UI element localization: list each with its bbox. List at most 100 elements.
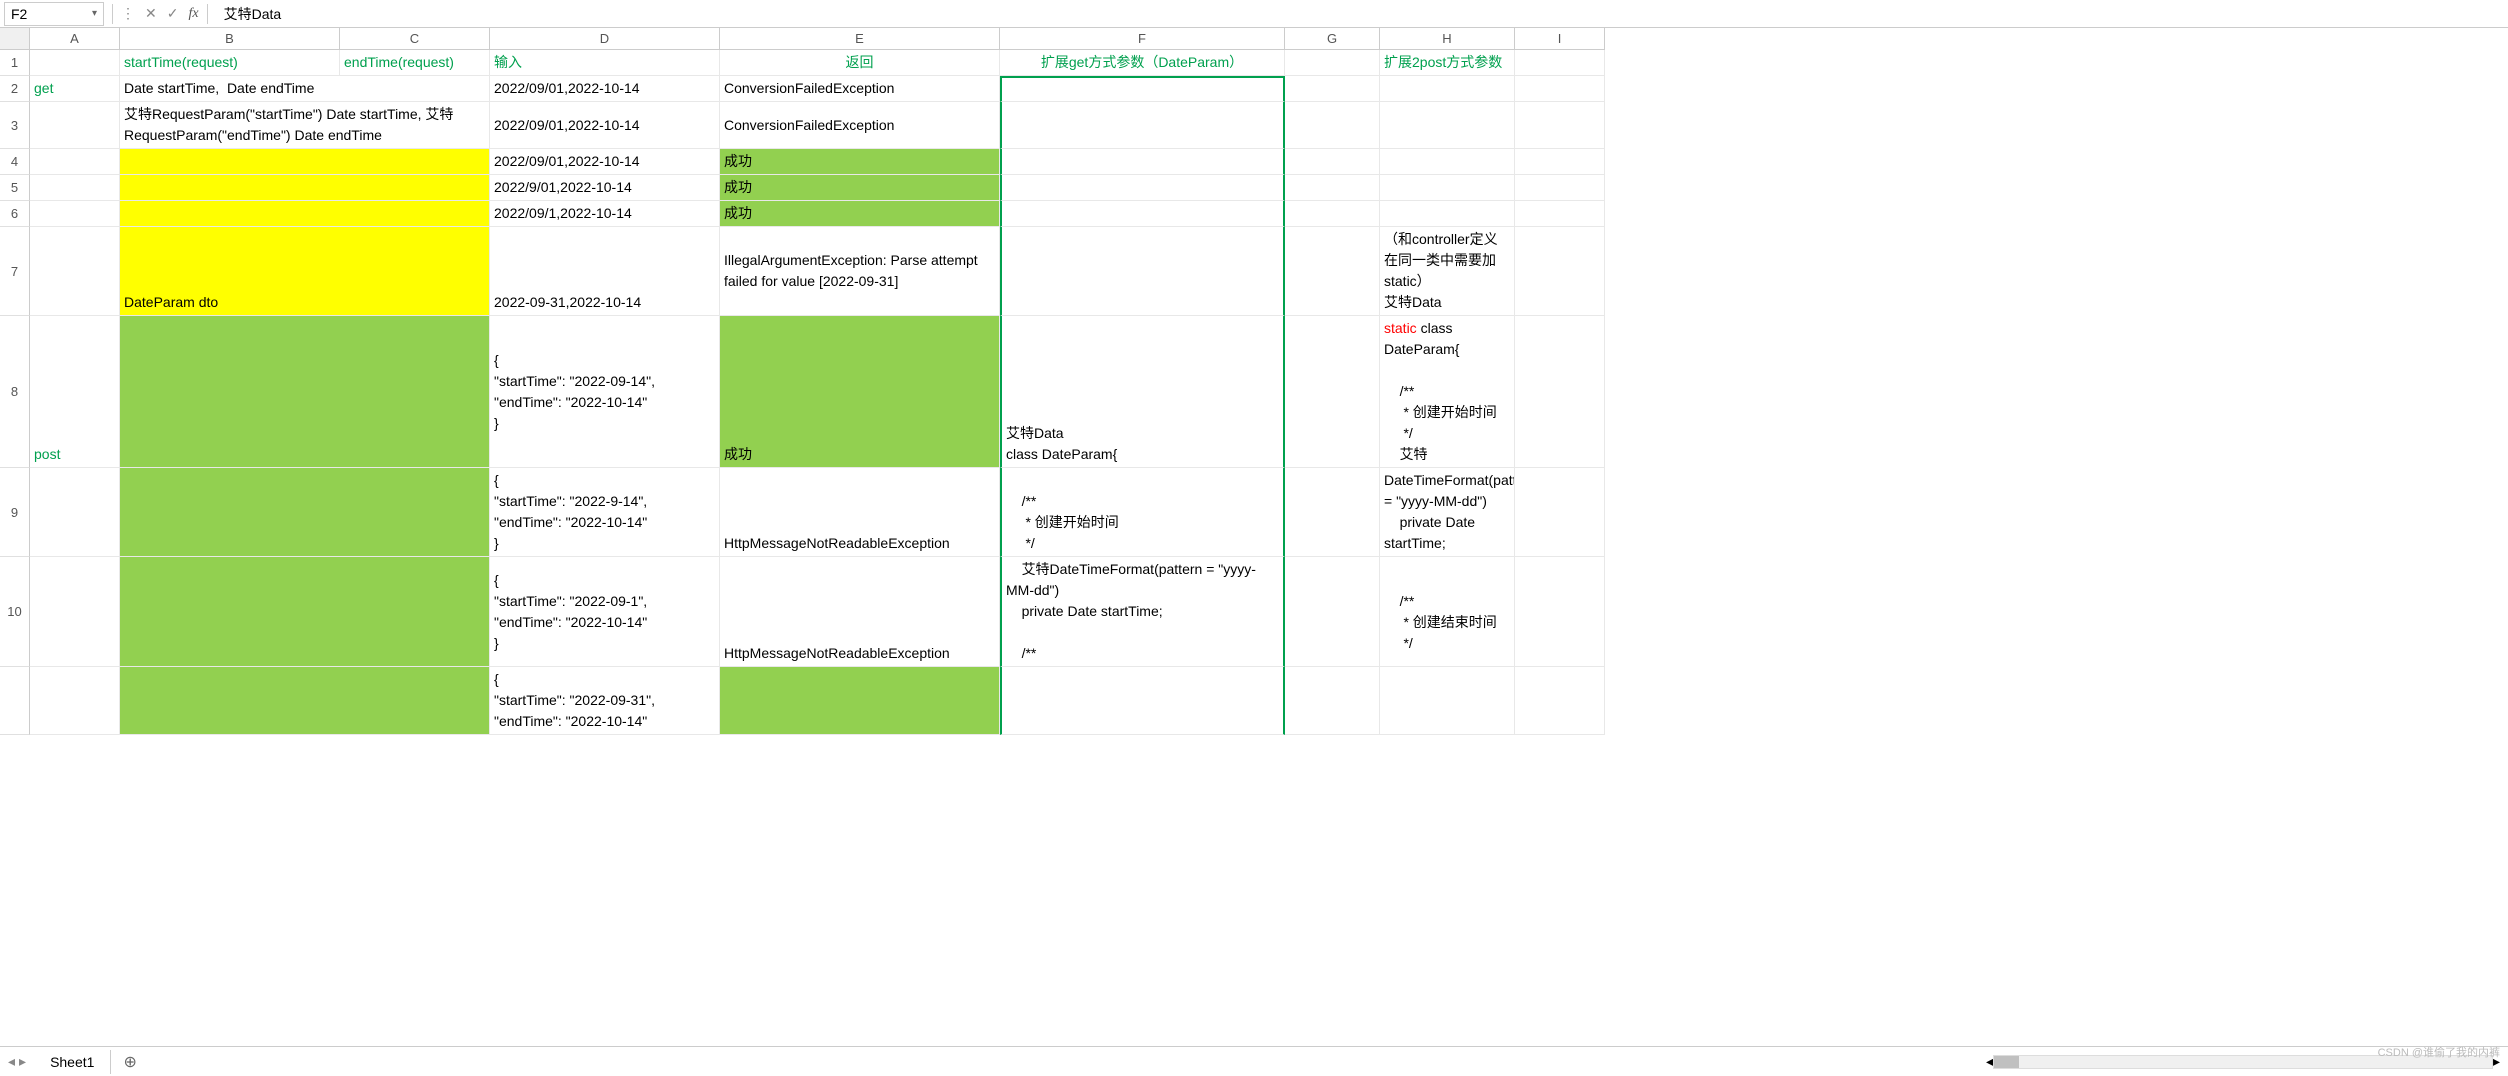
cell-C1[interactable]: endTime(request) [340,50,490,76]
cell-H3[interactable] [1380,102,1515,149]
cell-H7[interactable]: （和controller定义在同一类中需要加static） 艾特Data [1380,227,1515,316]
fx-icon[interactable]: fx [188,6,198,22]
row-header-5[interactable]: 5 [0,175,30,201]
row-header-7[interactable]: 7 [0,227,30,316]
cell-D7[interactable]: 2022-09-31,2022-10-14 [490,227,720,316]
cell-E5[interactable]: 成功 [720,175,1000,201]
cell-A7[interactable] [30,227,120,316]
cell-A3[interactable] [30,102,120,149]
cell-G5[interactable] [1285,175,1380,201]
cell-H5[interactable] [1380,175,1515,201]
cell-B11[interactable] [120,667,490,735]
cell-B3[interactable]: 艾特RequestParam("startTime") Date startTi… [120,102,490,149]
menu-dots-icon[interactable]: ⋮ [121,5,135,22]
cell-A1[interactable] [30,50,120,76]
cell-E9[interactable]: HttpMessageNotReadableException [720,468,1000,557]
col-header-G[interactable]: G [1285,28,1380,50]
col-header-I[interactable]: I [1515,28,1605,50]
chevron-down-icon[interactable]: ▾ [92,8,97,19]
cell-G1[interactable] [1285,50,1380,76]
row-header-2[interactable]: 2 [0,76,30,102]
cell-H4[interactable] [1380,149,1515,175]
cell-A10[interactable] [30,557,120,667]
scrollbar-thumb[interactable] [1994,1056,2019,1068]
row-header-10[interactable]: 10 [0,557,30,667]
cell-H8[interactable]: static class DateParam{ /** * 创建开始时间 */ … [1380,316,1515,468]
cell-A9[interactable] [30,468,120,557]
cell-B8[interactable] [120,316,490,468]
cell-G3[interactable] [1285,102,1380,149]
spreadsheet-grid[interactable]: A B C D E F G H I 1 startTime(request) e… [0,28,2508,1046]
cell-D10[interactable]: { "startTime": "2022-09-1", "endTime": "… [490,557,720,667]
cell-I2[interactable] [1515,76,1605,102]
cell-B5[interactable] [120,175,490,201]
cell-E4[interactable]: 成功 [720,149,1000,175]
row-header-4[interactable]: 4 [0,149,30,175]
cell-A6[interactable] [30,201,120,227]
cell-A2[interactable]: get [30,76,120,102]
cell-E8[interactable]: 成功 [720,316,1000,468]
cell-D2[interactable]: 2022/09/01,2022-10-14 [490,76,720,102]
cell-B2[interactable]: Date startTime, Date endTime [120,76,490,102]
select-all-corner[interactable] [0,28,30,50]
row-header-3[interactable]: 3 [0,102,30,149]
col-header-A[interactable]: A [30,28,120,50]
col-header-H[interactable]: H [1380,28,1515,50]
cell-A5[interactable] [30,175,120,201]
cell-D11[interactable]: { "startTime": "2022-09-31", "endTime": … [490,667,720,735]
cell-G10[interactable] [1285,557,1380,667]
cell-I10[interactable] [1515,557,1605,667]
col-header-F[interactable]: F [1000,28,1285,50]
cell-B7[interactable]: DateParam dto [120,227,490,316]
cell-D5[interactable]: 2022/9/01,2022-10-14 [490,175,720,201]
cell-F11[interactable] [1000,667,1285,735]
cell-F6[interactable] [1000,201,1285,227]
row-header-6[interactable]: 6 [0,201,30,227]
cell-E1[interactable]: 返回 [720,50,1000,76]
cell-E2[interactable]: ConversionFailedException [720,76,1000,102]
row-header-9[interactable]: 9 [0,468,30,557]
tab-prev-icon[interactable]: ◂ [8,1053,15,1070]
cell-H1[interactable]: 扩展2post方式参数 [1380,50,1515,76]
cell-F9[interactable]: /** * 创建开始时间 */ [1000,468,1285,557]
cell-F2[interactable] [1000,76,1285,102]
cell-D6[interactable]: 2022/09/1,2022-10-14 [490,201,720,227]
cell-I9[interactable] [1515,468,1605,557]
cell-D3[interactable]: 2022/09/01,2022-10-14 [490,102,720,149]
horizontal-scrollbar[interactable]: ◂ ▸ [149,1053,2508,1070]
cell-E11[interactable] [720,667,1000,735]
formula-input[interactable] [216,4,2508,24]
cell-F8[interactable]: 艾特Data class DateParam{ [1000,316,1285,468]
cell-A4[interactable] [30,149,120,175]
cell-D1[interactable]: 输入 [490,50,720,76]
cell-H10[interactable]: /** * 创建结束时间 */ [1380,557,1515,667]
row-header-8[interactable]: 8 [0,316,30,468]
col-header-D[interactable]: D [490,28,720,50]
cell-B10[interactable] [120,557,490,667]
cell-F3[interactable] [1000,102,1285,149]
cell-F10[interactable]: 艾特DateTimeFormat(pattern = "yyyy-MM-dd")… [1000,557,1285,667]
row-header-11[interactable] [0,667,30,735]
cell-H11[interactable] [1380,667,1515,735]
cell-F5[interactable] [1000,175,1285,201]
cell-G9[interactable] [1285,468,1380,557]
cell-B6[interactable] [120,201,490,227]
col-header-C[interactable]: C [340,28,490,50]
cell-B4[interactable] [120,149,490,175]
tab-next-icon[interactable]: ▸ [19,1053,26,1070]
cell-E3[interactable]: ConversionFailedException [720,102,1000,149]
cell-F4[interactable] [1000,149,1285,175]
cell-G2[interactable] [1285,76,1380,102]
cell-F1[interactable]: 扩展get方式参数（DateParam） [1000,50,1285,76]
cell-E6[interactable]: 成功 [720,201,1000,227]
cell-G6[interactable] [1285,201,1380,227]
cell-H2[interactable] [1380,76,1515,102]
cell-G4[interactable] [1285,149,1380,175]
cell-E10[interactable]: HttpMessageNotReadableException [720,557,1000,667]
add-sheet-button[interactable]: ⊕ [111,1052,148,1072]
cell-I3[interactable] [1515,102,1605,149]
cell-G8[interactable] [1285,316,1380,468]
cell-B9[interactable] [120,468,490,557]
cell-I5[interactable] [1515,175,1605,201]
cell-F7[interactable] [1000,227,1285,316]
